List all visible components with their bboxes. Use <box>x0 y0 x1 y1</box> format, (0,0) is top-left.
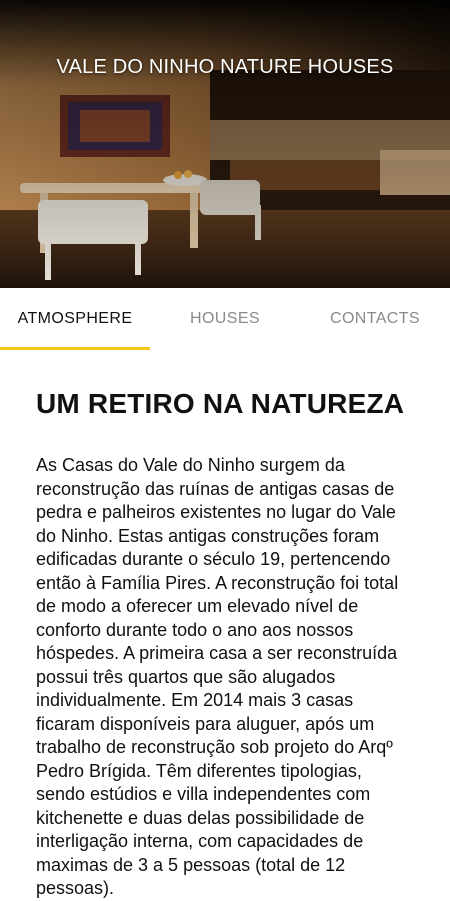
hero-banner: VALE DO NINHO NATURE HOUSES <box>0 0 450 288</box>
tab-houses[interactable]: HOUSES <box>150 288 300 350</box>
article: UM RETIRO NA NATUREZA As Casas do Vale d… <box>36 388 414 901</box>
hero-title: VALE DO NINHO NATURE HOUSES <box>56 56 394 78</box>
hero-photo <box>0 0 450 288</box>
article-heading: UM RETIRO NA NATUREZA <box>36 388 405 419</box>
tab-bar: ATMOSPHERE HOUSES CONTACTS <box>0 288 450 350</box>
tab-contacts[interactable]: CONTACTS <box>300 288 450 350</box>
tab-atmosphere[interactable]: ATMOSPHERE <box>0 288 150 350</box>
article-body: As Casas do Vale do Ninho surgem da reco… <box>36 455 399 898</box>
